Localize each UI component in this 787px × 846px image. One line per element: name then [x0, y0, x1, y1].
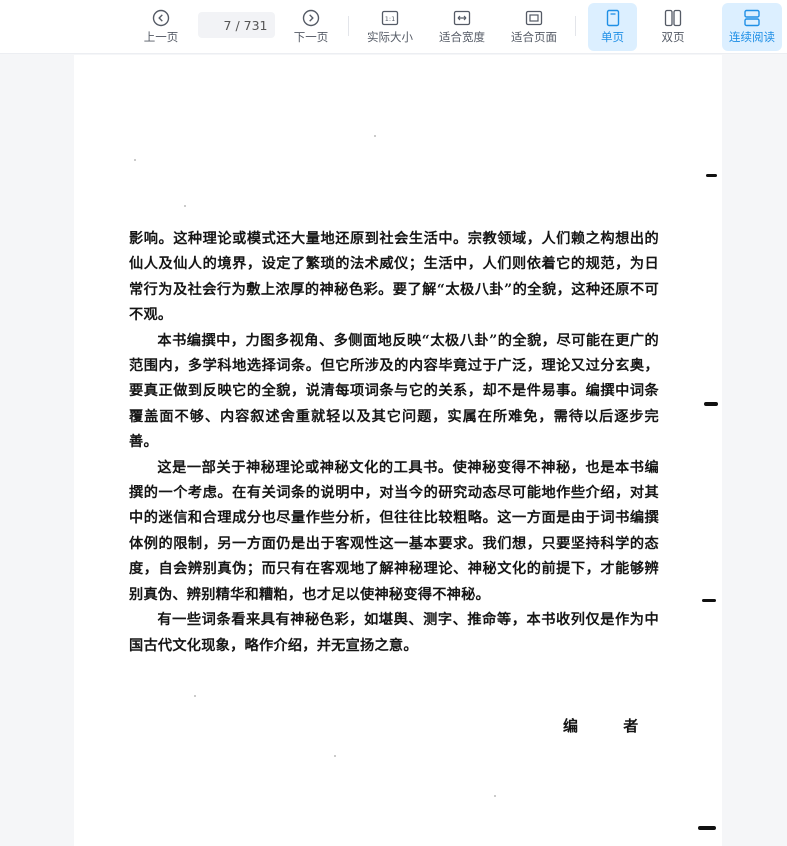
signature: 编 者	[563, 717, 659, 735]
fit-width-button[interactable]: 适合宽度	[432, 3, 492, 51]
next-page-label: 下一页	[293, 30, 329, 44]
chevron-left-circle-icon	[152, 9, 170, 27]
prev-page-button[interactable]: 上一页	[134, 3, 188, 51]
paragraph: 影响。这种理论或模式还大量地还原到社会生活中。宗教领域，人们赖之构想出的仙人及仙…	[129, 231, 659, 324]
double-page-label: 双页	[661, 30, 685, 44]
scan-mark	[698, 826, 716, 830]
toolbar-divider	[348, 16, 349, 36]
page-total: / 731	[235, 17, 268, 33]
actual-size-icon: 1:1	[381, 10, 399, 26]
single-page-button[interactable]: 单页	[588, 3, 637, 51]
page-indicator: / 731	[198, 12, 275, 38]
single-page-label: 单页	[601, 30, 624, 44]
actual-size-button[interactable]: 1:1 实际大小	[360, 3, 420, 51]
toolbar-divider	[575, 16, 576, 36]
toolbar: 上一页 / 731 下一页 1:1 实际大小 适合宽度 适合页面 单页 双页 连…	[0, 0, 787, 54]
scan-speck	[334, 755, 336, 757]
next-page-button[interactable]: 下一页	[284, 3, 338, 51]
paragraph: 本书编撰中，力图多视角、多侧面地反映“太极八卦”的全貌，尽可能在更广的范围内，多…	[129, 332, 659, 451]
scan-mark	[702, 599, 716, 602]
document-page: 影响。这种理论或模式还大量地还原到社会生活中。宗教领域，人们赖之构想出的仙人及仙…	[74, 55, 722, 846]
fit-page-button[interactable]: 适合页面	[503, 3, 565, 51]
continuous-reading-icon	[744, 9, 760, 27]
scan-speck	[134, 159, 136, 161]
scan-mark	[706, 174, 717, 177]
fit-width-label: 适合宽度	[439, 30, 485, 44]
paragraph: 有一些词条看来具有神秘色彩，如堪舆、测字、推命等，本书收列仅是作为中国古代文化现…	[129, 612, 659, 654]
continuous-reading-button[interactable]: 连续阅读	[722, 3, 782, 51]
fit-page-icon	[525, 10, 543, 26]
fit-width-icon	[453, 10, 471, 26]
scan-speck	[374, 135, 376, 137]
scan-speck	[184, 205, 186, 207]
chevron-right-circle-icon	[302, 9, 320, 27]
double-page-icon	[664, 9, 682, 27]
actual-size-icon-text: 1:1	[385, 15, 395, 23]
page-number-input[interactable]	[205, 17, 232, 33]
double-page-button[interactable]: 双页	[649, 3, 697, 51]
fit-page-label: 适合页面	[511, 30, 557, 44]
actual-size-label: 实际大小	[367, 30, 413, 44]
scan-speck	[494, 795, 496, 797]
continuous-reading-label: 连续阅读	[729, 30, 775, 44]
single-page-icon	[606, 9, 619, 27]
paragraph: 这是一部关于神秘理论或神秘文化的工具书。使神秘变得不神秘，也是本书编撰的一个考虑…	[129, 459, 659, 603]
scan-speck	[194, 695, 196, 697]
prev-page-label: 上一页	[143, 30, 179, 44]
scan-mark	[704, 402, 718, 406]
page-text: 影响。这种理论或模式还大量地还原到社会生活中。宗教领域，人们赖之构想出的仙人及仙…	[129, 227, 659, 659]
